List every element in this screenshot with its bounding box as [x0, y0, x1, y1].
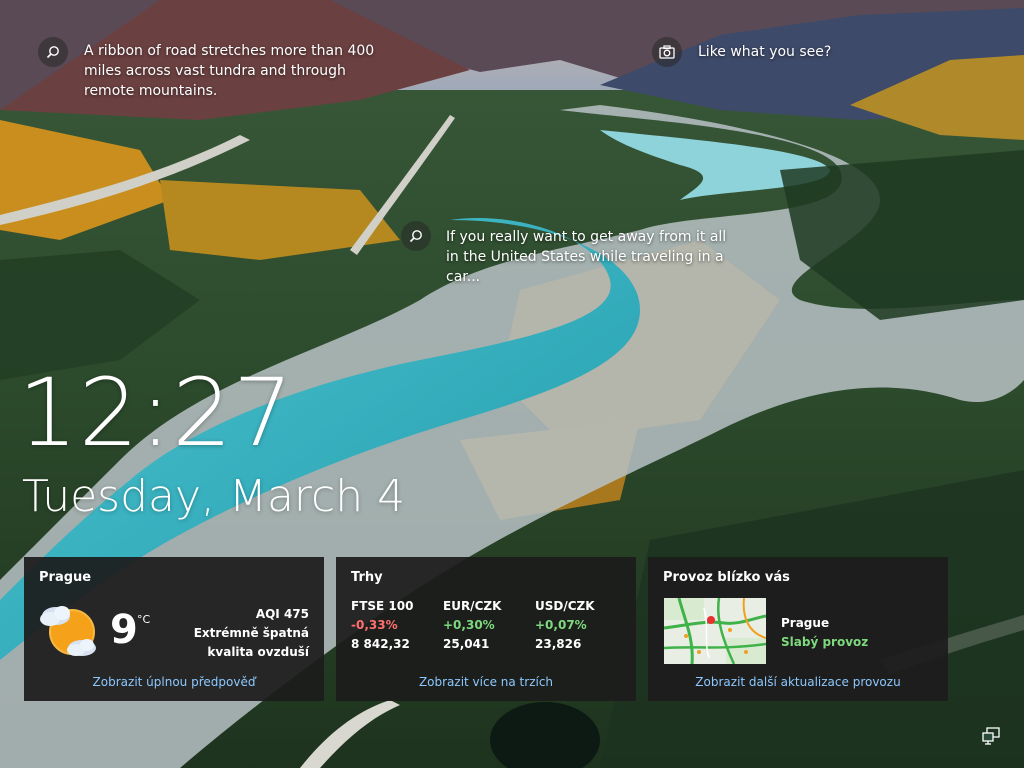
weather-temperature: 9: [110, 607, 138, 653]
spotlight-text-travel: If you really want to get away from it a…: [446, 229, 727, 285]
traffic-card[interactable]: Provoz blízko vás Prague Slabý provoz Zo…: [648, 557, 948, 701]
weather-unit: °C: [137, 613, 151, 626]
lock-clock-date: Tuesday, March 4: [22, 471, 406, 522]
market-name: EUR/CZK: [443, 599, 502, 613]
traffic-title: Provoz blízko vás: [663, 570, 790, 585]
traffic-city: Prague: [781, 616, 830, 630]
search-icon: [38, 37, 68, 67]
spotlight-hotspot-travel[interactable]: If you really want to get away from it a…: [401, 221, 736, 287]
network-icon[interactable]: [982, 727, 1002, 745]
more-markets-link[interactable]: Zobrazit více na trzích: [336, 675, 636, 689]
market-value: 25,041: [443, 637, 490, 651]
lock-clock-time: 12:27: [18, 359, 294, 468]
full-forecast-link[interactable]: Zobrazit úplnou předpověď: [24, 675, 324, 689]
market-name: FTSE 100: [351, 599, 414, 613]
market-change: -0,33%: [351, 618, 398, 632]
spotlight-text-like: Like what you see?: [698, 44, 832, 60]
market-value: 23,826: [535, 637, 582, 651]
traffic-status: Slabý provoz: [781, 635, 869, 649]
spotlight-text-road: A ribbon of road stretches more than 400…: [84, 43, 375, 99]
traffic-map-thumbnail: [664, 598, 766, 664]
market-item-eurczk[interactable]: EUR/CZK +0,30% 25,041: [443, 597, 535, 654]
lock-screen: A ribbon of road stretches more than 400…: [0, 0, 1024, 768]
partly-cloudy-icon: [40, 606, 96, 656]
market-item-ftse[interactable]: FTSE 100 -0,33% 8 842,32: [351, 597, 443, 654]
market-item-usdczk[interactable]: USD/CZK +0,07% 23,826: [535, 597, 627, 654]
market-change: +0,30%: [443, 618, 495, 632]
weather-card[interactable]: Prague 9 °C AQI 475 Extrémně špatná kval…: [24, 557, 324, 701]
market-value: 8 842,32: [351, 637, 410, 651]
market-change: +0,07%: [535, 618, 587, 632]
aqi-description-line1: Extrémně špatná: [193, 626, 309, 640]
traffic-info: Prague Slabý provoz: [781, 614, 868, 652]
markets-list: FTSE 100 -0,33% 8 842,32 EUR/CZK +0,30% …: [351, 597, 627, 654]
spotlight-hotspot-road[interactable]: A ribbon of road stretches more than 400…: [38, 37, 384, 101]
spotlight-like-button[interactable]: Like what you see?: [652, 37, 831, 67]
markets-title: Trhy: [351, 570, 383, 585]
aqi-value: AQI 475: [255, 607, 309, 621]
weather-city: Prague: [39, 570, 92, 585]
market-name: USD/CZK: [535, 599, 595, 613]
camera-icon: [652, 37, 682, 67]
weather-aqi: AQI 475 Extrémně špatná kvalita ovzduší: [194, 605, 309, 662]
search-icon: [401, 221, 431, 251]
more-traffic-link[interactable]: Zobrazit další aktualizace provozu: [648, 675, 948, 689]
aqi-description-line2: kvalita ovzduší: [207, 645, 309, 659]
markets-card[interactable]: Trhy FTSE 100 -0,33% 8 842,32 EUR/CZK +0…: [336, 557, 636, 701]
